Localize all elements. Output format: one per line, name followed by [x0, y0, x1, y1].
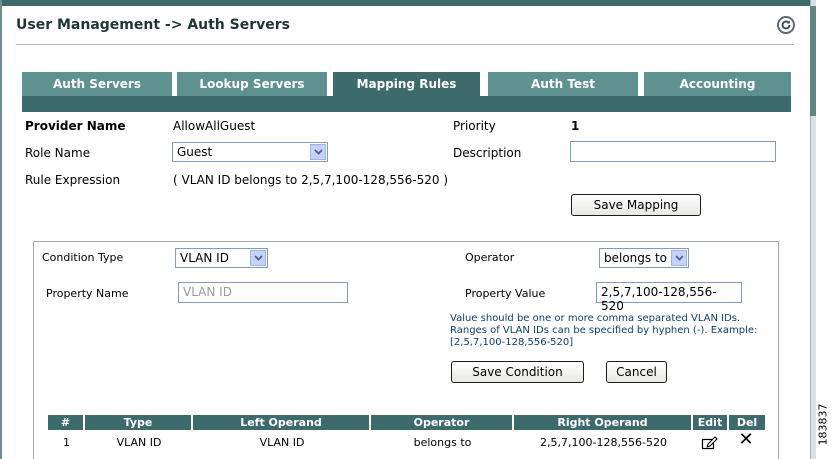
rule-expression-label: Rule Expression: [25, 173, 121, 187]
chevron-down-icon[interactable]: [310, 144, 326, 160]
page-title: User Management -> Auth Servers: [16, 17, 290, 33]
role-name-label: Role Name: [25, 146, 91, 160]
figure-code: 183837: [814, 350, 832, 459]
role-name-select[interactable]: Guest: [172, 142, 328, 162]
tab-mapping-rules[interactable]: Mapping Rules: [333, 72, 480, 96]
provider-name-label: Provider Name: [25, 119, 126, 133]
column-header-edit: Edit: [693, 415, 729, 430]
column-header-type: Type: [85, 415, 193, 430]
column-header-right-operand: Right Operand: [514, 415, 693, 430]
priority-value: 1: [571, 119, 580, 133]
description-input[interactable]: [570, 141, 776, 162]
delete-icon[interactable]: ✕: [738, 431, 754, 449]
tab-accounting[interactable]: Accounting: [644, 72, 791, 96]
column-header-left-operand: Left Operand: [193, 415, 371, 430]
frame-left-border: [0, 0, 2, 459]
condition-type-label: Condition Type: [42, 251, 124, 264]
column-header-number: #: [48, 415, 85, 430]
refresh-icon[interactable]: [777, 16, 795, 34]
rule-expression-value: ( VLAN ID belongs to 2,5,7,100-128,556-5…: [173, 173, 449, 187]
chevron-down-icon[interactable]: [250, 250, 266, 266]
tab-auth-test[interactable]: Auth Test: [488, 72, 638, 96]
scrollbar-thumb[interactable]: [810, 6, 816, 116]
cancel-button[interactable]: Cancel: [606, 361, 667, 383]
property-value-label: Property Value: [465, 287, 546, 300]
column-header-del: Del: [729, 415, 765, 430]
refresh-glyph: [781, 20, 791, 30]
provider-name-value: AllowAllGuest: [173, 119, 256, 133]
tab-lookup-servers[interactable]: Lookup Servers: [177, 72, 327, 96]
top-strip: [0, 0, 810, 6]
figure-code-text: 183837: [816, 403, 830, 446]
property-value-input[interactable]: 2,5,7,100-128,556-520: [596, 282, 742, 313]
operator-label: Operator: [465, 251, 515, 264]
role-name-select-value: Guest: [177, 145, 213, 159]
tab-bar-underline: [22, 96, 791, 112]
tab-auth-servers[interactable]: Auth Servers: [22, 72, 172, 96]
row-1-right-operand: 2,5,7,100-128,556-520: [540, 435, 667, 449]
condition-type-select-value: VLAN ID: [180, 251, 229, 265]
edit-icon[interactable]: [701, 434, 719, 450]
save-condition-button[interactable]: Save Condition: [451, 361, 584, 383]
chevron-down-icon[interactable]: [671, 250, 687, 266]
save-mapping-button[interactable]: Save Mapping: [571, 194, 701, 216]
row-1-operator: belongs to: [413, 435, 472, 449]
title-divider: [16, 44, 794, 45]
property-value-hint: Value should be one or more comma separa…: [450, 313, 758, 348]
operator-select-value: belongs to: [604, 251, 668, 265]
operator-select[interactable]: belongs to: [599, 248, 689, 268]
column-header-operator: Operator: [371, 415, 514, 430]
priority-label: Priority: [453, 119, 496, 133]
description-label: Description: [453, 146, 522, 160]
property-name-input[interactable]: VLAN ID: [178, 282, 348, 303]
row-1-left-operand: VLAN ID: [259, 435, 305, 449]
row-1-type: VLAN ID: [116, 435, 162, 449]
property-name-label: Property Name: [46, 287, 129, 300]
row-1-number: 1: [63, 435, 70, 449]
condition-type-select[interactable]: VLAN ID: [175, 248, 268, 268]
